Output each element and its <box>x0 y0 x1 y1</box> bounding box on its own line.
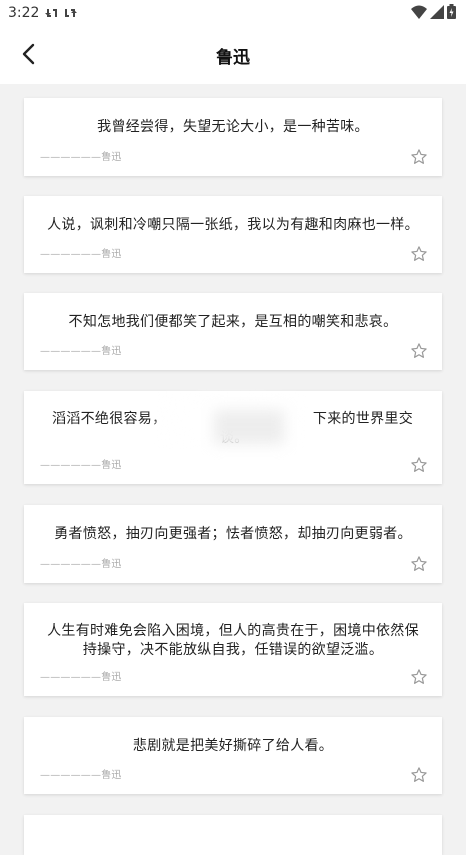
sync-icon <box>45 9 58 17</box>
quote-text-left: 滔滔不绝很容易， <box>52 411 167 427</box>
favorite-star-icon[interactable] <box>410 766 428 784</box>
quote-text: 悲剧就是把美好撕碎了给人看。 <box>132 738 334 754</box>
back-arrow-icon[interactable] <box>16 40 44 68</box>
quote-card[interactable]: 人生有时难免会陷入困境，但人的高贵在于，困境中依然保持操守，决不能放纵自我，任错… <box>24 603 442 696</box>
quote-text: 人说，讽刺和冷嘲只隔一张纸，我以为有趣和肉麻也一样。 <box>47 217 419 233</box>
quote-author: ——————鲁迅 <box>40 559 122 570</box>
quote-author: ——————鲁迅 <box>40 460 122 471</box>
quote-card[interactable]: 悲剧就是把美好撕碎了给人看。 ——————鲁迅 <box>24 717 442 794</box>
wifi-icon <box>411 5 427 19</box>
status-time: 3:22 <box>8 5 40 21</box>
battery-icon <box>447 4 456 19</box>
favorite-star-icon[interactable] <box>410 342 428 360</box>
favorite-star-icon[interactable] <box>410 148 428 166</box>
status-bar: 3:22 <box>0 0 466 26</box>
quote-author: ——————鲁迅 <box>40 249 122 260</box>
sync-icon <box>65 9 78 17</box>
favorite-star-icon[interactable] <box>410 456 428 474</box>
page-title: 鲁迅 <box>216 47 250 68</box>
quote-author: ——————鲁迅 <box>40 152 122 163</box>
favorite-star-icon[interactable] <box>410 245 428 263</box>
quote-text: 人生有时难免会陷入困境，但人的高贵在于，困境中依然保持操守，决不能放纵自我，任错… <box>47 623 419 658</box>
quote-text: 勇者愤怒，抽刃向更强者；怯者愤怒，却抽刃向更弱者。 <box>54 526 412 542</box>
app-header: 鲁迅 <box>0 26 466 84</box>
quote-card[interactable]: 不知怎地我们便都笑了起来，是互相的嘲笑和悲哀。 ——————鲁迅 <box>24 293 442 370</box>
favorite-star-icon[interactable] <box>410 555 428 573</box>
loading-blur-overlay <box>214 410 284 444</box>
quote-author: ——————鲁迅 <box>40 672 122 683</box>
quote-card[interactable]: 勇者愤怒，抽刃向更强者；怯者愤怒，却抽刃向更弱者。 ——————鲁迅 <box>24 505 442 583</box>
quote-text: 我曾经尝得，失望无论大小，是一种苦味。 <box>97 119 369 135</box>
quote-text-right: 下来的世界里交 <box>312 411 413 427</box>
quote-author: ——————鲁迅 <box>40 346 122 357</box>
quote-text: 不知怎地我们便都笑了起来，是互相的嘲笑和悲哀。 <box>68 314 398 330</box>
quote-card[interactable]: 我曾经尝得，失望无论大小，是一种苦味。 ——————鲁迅 <box>24 98 442 176</box>
quote-author: ——————鲁迅 <box>40 770 122 781</box>
favorite-star-icon[interactable] <box>410 668 428 686</box>
signal-icon <box>430 4 444 19</box>
quote-card[interactable] <box>24 815 442 855</box>
quote-card[interactable]: 人说，讽刺和冷嘲只隔一张纸，我以为有趣和肉麻也一样。 ——————鲁迅 <box>24 196 442 273</box>
